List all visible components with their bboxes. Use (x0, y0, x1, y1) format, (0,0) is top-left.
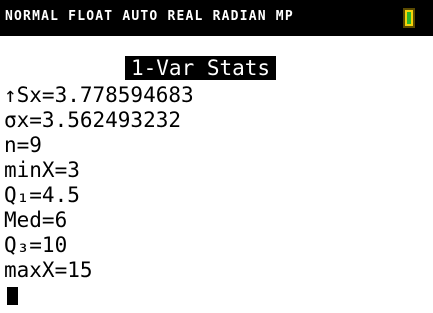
mode-status-text: NORMAL FLOAT AUTO REAL RADIAN MP (5, 9, 294, 24)
stat-line-maxx: maxX=15 (4, 258, 93, 282)
battery-level (407, 12, 411, 24)
stats-title: 1-Var Stats (125, 56, 277, 80)
stat-line-q3: Q₃=10 (4, 233, 68, 257)
status-bar: NORMAL FLOAT AUTO REAL RADIAN MP (0, 0, 433, 36)
stat-line-minx: minX=3 (4, 158, 80, 182)
stat-line-sx: ↑Sx=3.778594683 (4, 83, 194, 107)
stat-line-sigma-x: σx=3.562493232 (4, 108, 182, 132)
calculator-screen: NORMAL FLOAT AUTO REAL RADIAN MP 1-Var S… (0, 0, 433, 313)
stat-line-n: n=9 (4, 133, 42, 157)
stat-line-q1: Q₁=4.5 (4, 183, 80, 207)
stat-line-median: Med=6 (4, 208, 68, 232)
cursor-block (7, 287, 18, 305)
